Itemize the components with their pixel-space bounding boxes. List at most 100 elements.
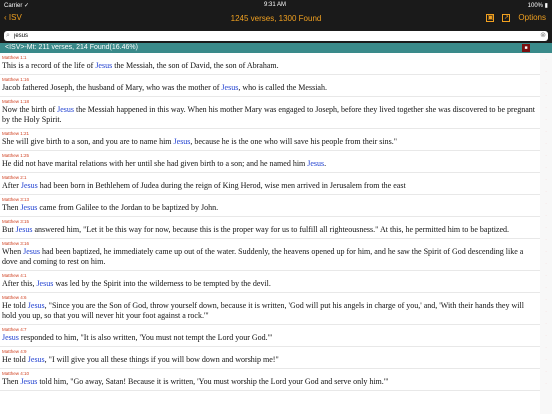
- verse-row[interactable]: Matthew 4:10 Then Jesus told him, "Go awa…: [0, 369, 540, 391]
- search-highlight: Jesus: [27, 355, 45, 364]
- verse-text: After this, Jesus was led by the Spirit …: [2, 279, 536, 292]
- verse-row[interactable]: Matthew 1:18 Now the birth of Jesus the M…: [0, 97, 540, 129]
- index-tick[interactable]: ·: [540, 333, 552, 341]
- index-tick[interactable]: ·: [540, 117, 552, 125]
- nav-bar: ‹ ISV 1245 verses, 1300 Found ▣ ↗ Option…: [0, 10, 552, 29]
- verse-text-after: , "Since you are the Son of God, throw y…: [2, 301, 524, 320]
- verse-row[interactable]: Matthew 4:7 Jesus responded to him, "It i…: [0, 325, 540, 347]
- verse-text-before: He told: [2, 301, 28, 310]
- index-tick[interactable]: ·: [540, 69, 552, 77]
- search-highlight: Jesus: [221, 83, 239, 92]
- verse-row[interactable]: Matthew 1:16 Jacob fathered Joseph, the h…: [0, 75, 540, 97]
- verse-text-after: .: [324, 159, 327, 168]
- clock: 9:31 AM: [264, 2, 287, 8]
- index-scrollbar[interactable]: · · · · · · · · · · · · · · · · · · · · · · · · · · · ·: [540, 53, 552, 414]
- options-button[interactable]: Options: [518, 13, 546, 22]
- search-bar: ⌕ ⊗: [0, 29, 552, 43]
- verse-row[interactable]: Matthew 4:1 After this, Jesus was led by …: [0, 271, 540, 293]
- verse-text: After Jesus had been born in Bethlehem o…: [2, 181, 536, 194]
- index-tick[interactable]: ·: [540, 129, 552, 137]
- search-highlight: Jesus: [307, 159, 325, 168]
- index-tick[interactable]: ·: [540, 261, 552, 269]
- index-tick[interactable]: ·: [540, 81, 552, 89]
- index-tick[interactable]: ·: [540, 309, 552, 317]
- page-title: 1245 verses, 1300 Found: [230, 14, 322, 23]
- share-icon[interactable]: ↗: [502, 13, 511, 22]
- search-highlight: Jesus: [95, 61, 113, 70]
- verse-list[interactable]: Matthew 1:1 This is a record of the life …: [0, 53, 540, 414]
- verse-text: He did not have marital relations with h…: [2, 159, 536, 172]
- index-tick[interactable]: ·: [540, 201, 552, 209]
- verse-row[interactable]: Matthew 2:1 After Jesus had been born in …: [0, 173, 540, 195]
- index-tick[interactable]: ·: [540, 213, 552, 221]
- index-tick[interactable]: ·: [540, 57, 552, 65]
- book-marker-icon[interactable]: ■: [522, 44, 530, 52]
- verse-row[interactable]: Matthew 1:25 He did not have marital rela…: [0, 151, 540, 173]
- verse-row[interactable]: Matthew 3:13 Then Jesus came from Galilee…: [0, 195, 540, 217]
- search-highlight: Jesus: [36, 279, 54, 288]
- index-tick[interactable]: ·: [540, 225, 552, 233]
- verse-text-after: the Messiah happened in this way. When h…: [2, 105, 535, 124]
- bookmark-icon[interactable]: ▣: [486, 13, 495, 22]
- search-highlight: Jesus: [23, 247, 40, 256]
- search-highlight: Jesus: [173, 137, 191, 146]
- index-tick[interactable]: ·: [540, 249, 552, 257]
- verse-text-after: , who is called the Messiah.: [238, 83, 327, 92]
- verse-text-after: the Messiah, the son of David, the son o…: [112, 61, 279, 70]
- index-tick[interactable]: ·: [540, 189, 552, 197]
- verse-text-before: This is a record of the life of: [2, 61, 96, 70]
- carrier-label: Carrier ✓: [4, 3, 30, 9]
- verse-text-after: responded to him, "It is also written, '…: [18, 333, 273, 342]
- verse-row[interactable]: Matthew 1:21 She will give birth to a son…: [0, 129, 540, 151]
- index-tick[interactable]: ·: [540, 165, 552, 173]
- verse-text-after: answered him, "Let it be this way for no…: [32, 225, 510, 234]
- search-highlight: Jesus: [27, 301, 45, 310]
- search-highlight: Jesus: [57, 105, 74, 114]
- verse-text-before: Now the birth of: [2, 105, 58, 114]
- verse-row[interactable]: Matthew 4:9 He told Jesus, "I will give y…: [0, 347, 540, 369]
- verse-text-before: But: [2, 225, 16, 234]
- verse-row[interactable]: Matthew 4:6 He told Jesus, "Since you are…: [0, 293, 540, 325]
- verse-text-before: She will give birth to a son, and you ar…: [2, 137, 174, 146]
- verse-text: But Jesus answered him, "Let it be this …: [2, 225, 536, 238]
- search-box: ⌕ ⊗: [4, 31, 548, 41]
- verse-text: He told Jesus, "Since you are the Son of…: [2, 301, 536, 324]
- verse-text: He told Jesus, "I will give you all thes…: [2, 355, 536, 368]
- index-tick[interactable]: ·: [540, 357, 552, 365]
- index-tick[interactable]: ·: [540, 273, 552, 281]
- verse-text-before: Jacob fathered Joseph, the husband of Ma…: [2, 83, 222, 92]
- verse-text-before: He told: [2, 355, 28, 364]
- index-tick[interactable]: ·: [540, 381, 552, 389]
- index-tick[interactable]: ·: [540, 321, 552, 329]
- index-tick[interactable]: ·: [540, 177, 552, 185]
- verse-text: Then Jesus came from Galilee to the Jord…: [2, 203, 536, 216]
- search-highlight: Jesus: [2, 333, 19, 342]
- result-header[interactable]: <ISV>-Mt: 211 verses, 214 Found(16.46%) …: [0, 43, 552, 53]
- index-tick[interactable]: ·: [540, 153, 552, 161]
- index-tick[interactable]: ·: [540, 141, 552, 149]
- verse-text-before: When: [2, 247, 24, 256]
- search-input[interactable]: [14, 31, 534, 41]
- clear-icon[interactable]: ⊗: [540, 31, 546, 39]
- verse-row[interactable]: Matthew 3:15 But Jesus answered him, "Let…: [0, 217, 540, 239]
- index-tick[interactable]: ·: [540, 93, 552, 101]
- search-highlight: Jesus: [20, 203, 38, 212]
- verse-row[interactable]: Matthew 3:16 When Jesus had been baptized…: [0, 239, 540, 271]
- verse-text-after: was led by the Spirit into the wildernes…: [53, 279, 271, 288]
- verse-row[interactable]: Matthew 1:1 This is a record of the life …: [0, 53, 540, 75]
- verse-text-after: told him, "Go away, Satan! Because it is…: [37, 377, 389, 386]
- index-tick[interactable]: ·: [540, 105, 552, 113]
- search-highlight: Jesus: [20, 181, 38, 190]
- battery: 100% ▮: [527, 3, 548, 9]
- verse-text: Jacob fathered Joseph, the husband of Ma…: [2, 83, 536, 96]
- index-tick[interactable]: ·: [540, 297, 552, 305]
- verse-text-before: After: [2, 181, 21, 190]
- result-summary: <ISV>-Mt: 211 verses, 214 Found(16.46%): [5, 44, 138, 51]
- search-highlight: Jesus: [20, 377, 38, 386]
- index-tick[interactable]: ·: [540, 285, 552, 293]
- verse-text: Now the birth of Jesus the Messiah happe…: [2, 105, 536, 128]
- verse-text: Jesus responded to him, "It is also writ…: [2, 333, 536, 346]
- index-tick[interactable]: ·: [540, 237, 552, 245]
- index-tick[interactable]: ·: [540, 345, 552, 353]
- index-tick[interactable]: ·: [540, 369, 552, 377]
